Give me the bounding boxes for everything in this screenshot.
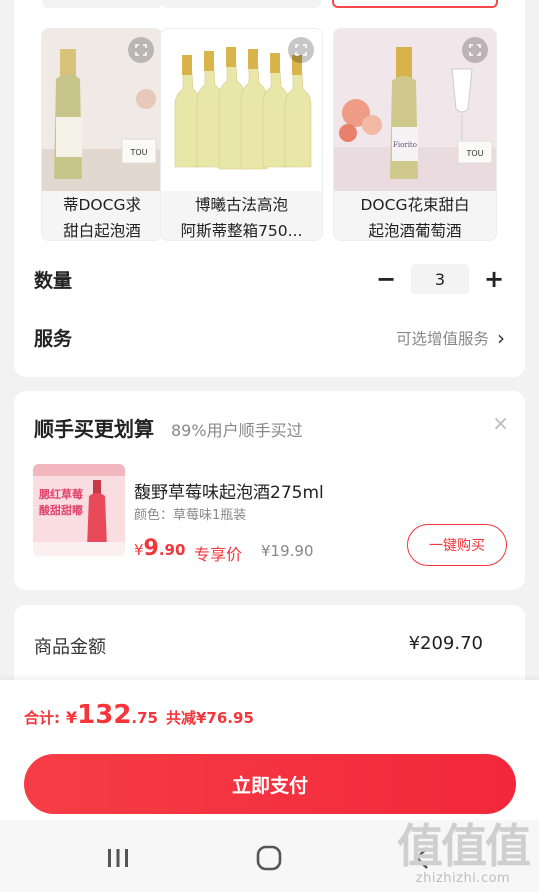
label-line-2: 阿斯蒂整箱750... <box>180 222 303 240</box>
addon-product-spec: 颜色：草莓味1瓶装 <box>134 508 247 523</box>
quantity-row: 数量 − 3 + <box>34 264 505 294</box>
label-line-2: 甜白起泡酒 <box>63 222 141 240</box>
service-label: 服务 <box>34 328 73 350</box>
previous-option-edge <box>42 0 162 8</box>
goods-amount-value: ¥209.70 <box>408 633 483 654</box>
checkout-bar: 合计: ¥ 132 .75 共减¥76.95 立即支付 <box>0 680 539 820</box>
label-line-1: 蒂DOCG求 <box>63 196 141 214</box>
thumb-text-2: 酸甜甜嘟 <box>39 503 83 517</box>
product-option-2[interactable]: 博曦古法高泡 阿斯蒂整箱750... <box>160 28 323 241</box>
addon-recommendation-card: 顺手买更划算 89%用户顺手买过 × 腮红草莓 酸甜甜嘟 馥野草莓味起泡酒275… <box>14 391 525 590</box>
expand-icon[interactable] <box>288 37 314 63</box>
addon-subtitle: 89%用户顺手买过 <box>171 421 303 440</box>
watermark-url: zhizhizhi.com <box>415 871 511 886</box>
price-decimal: .90 <box>158 541 186 559</box>
product-option-label: 蒂DOCG求 甜白起泡酒 <box>42 192 162 240</box>
quantity-value[interactable]: 3 <box>411 264 469 294</box>
label-line-1: DOCG花束甜白 <box>360 196 470 214</box>
service-value-text: 可选增值服务 <box>395 329 489 348</box>
home-icon[interactable] <box>249 838 289 878</box>
tou-label: TOU <box>465 149 483 158</box>
product-option-label: DOCG花束甜白 起泡酒葡萄酒 <box>334 192 496 240</box>
total-currency: ¥ <box>66 708 78 727</box>
decrease-button[interactable]: − <box>375 265 397 293</box>
service-row[interactable]: 服务 可选增值服务 › <box>34 324 505 351</box>
increase-button[interactable]: + <box>483 265 505 293</box>
label-line-1: 博曦古法高泡 <box>194 196 288 214</box>
total-label: 合计: <box>24 709 60 727</box>
discount-total: 共减¥76.95 <box>166 709 254 727</box>
close-icon[interactable]: × <box>492 411 509 435</box>
addon-product-name[interactable]: 馥野草莓味起泡酒275ml <box>134 478 324 503</box>
pay-now-button[interactable]: 立即支付 <box>24 754 516 814</box>
recent-apps-icon[interactable] <box>98 838 138 878</box>
expand-icon[interactable] <box>128 37 154 63</box>
chevron-right-icon: › <box>497 325 505 350</box>
addon-title: 顺手买更划算 <box>34 417 154 441</box>
service-value: 可选增值服务 › <box>396 326 505 350</box>
one-click-buy-button[interactable]: 一键购买 <box>407 524 507 566</box>
total-integer: 132 <box>77 700 132 730</box>
system-navigation-bar: 值值值 zhizhizhi.com <box>0 820 539 892</box>
product-option-1[interactable]: TOU 蒂DOCG求 甜白起泡酒 <box>41 28 163 241</box>
quantity-label: 数量 <box>34 269 73 292</box>
watermark: 值值值 zhizhizhi.com <box>397 819 531 886</box>
original-price: ¥19.90 <box>261 542 314 560</box>
product-option-label: 博曦古法高泡 阿斯蒂整箱750... <box>161 192 322 240</box>
label-line-2: 起泡酒葡萄酒 <box>368 222 462 240</box>
goods-amount-label: 商品金额 <box>34 637 106 658</box>
price-integer: 9 <box>143 536 159 561</box>
addon-product-image[interactable]: 腮红草莓 酸甜甜嘟 <box>33 464 125 556</box>
price-currency: ¥ <box>134 541 144 559</box>
watermark-logo: 值值值 <box>397 819 531 873</box>
product-selection-card: TOU 蒂DOCG求 甜白起泡酒 博曦古法高泡 阿斯蒂整箱750... Fior… <box>14 0 525 377</box>
product-option-3[interactable]: Fiorito TOU DOCG花束甜白 起泡酒葡萄酒 <box>333 28 497 241</box>
previous-option-edge <box>161 0 321 8</box>
selected-option-edge <box>332 0 498 8</box>
tou-label: TOU <box>129 148 147 157</box>
quantity-stepper: − 3 + <box>375 264 505 294</box>
exclusive-price-tag: 专享价 <box>194 545 243 564</box>
addon-price: ¥ 9 .90 <box>134 536 185 561</box>
brand-label: Fiorito <box>393 141 417 149</box>
total-line: 合计: ¥ 132 .75 共减¥76.95 <box>24 700 254 730</box>
total-decimal: .75 <box>131 709 158 727</box>
expand-icon[interactable] <box>462 37 488 63</box>
thumb-text-1: 腮红草莓 <box>38 487 83 501</box>
